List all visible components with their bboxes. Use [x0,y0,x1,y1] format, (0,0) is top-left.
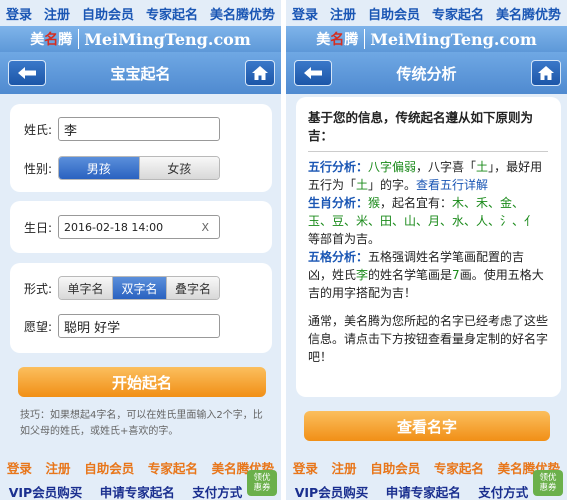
nav-advantages[interactable]: 美名腾优势 [210,4,275,23]
form-single-option[interactable]: 单字名 [59,277,113,299]
top-nav: 登录 注册 自助会员 专家起名 美名腾优势 [286,0,567,26]
birthday-input[interactable]: 2016-02-18 14:00 X [58,215,220,239]
gender-girl-option[interactable]: 女孩 [139,157,219,179]
nav-self-member[interactable]: 自助会员 [82,4,134,23]
footer-login[interactable]: 登录 [7,458,32,477]
back-button[interactable] [294,60,332,86]
arrow-left-icon [18,67,36,79]
footer-payment[interactable]: 支付方式 [192,482,242,500]
nav-self-member[interactable]: 自助会员 [368,4,420,23]
clear-icon[interactable]: X [201,221,209,234]
page-title: 传统分析 [396,64,457,83]
start-naming-button[interactable]: 开始起名 [18,367,266,397]
form-label: 形式: [23,281,52,296]
title-bar: 宝宝起名 [0,52,281,94]
birthday-card: 生日: 2016-02-18 14:00 X [10,201,272,253]
brand-domain: MeiMingTeng.com [84,29,251,49]
footer-register[interactable]: 注册 [46,458,71,477]
home-icon [252,66,268,80]
wish-input[interactable]: 聪明 好学 [58,314,220,338]
gender-boy-option[interactable]: 男孩 [59,157,140,179]
footer-payment[interactable]: 支付方式 [478,482,528,500]
back-button[interactable] [8,60,46,86]
footer-links: 登录 注册 自助会员 专家起名 美名腾优势 [0,458,281,477]
footer-self-member[interactable]: 自助会员 [84,458,134,477]
form-repeat-option[interactable]: 叠字名 [167,277,219,299]
home-icon [538,66,554,80]
baby-naming-screen: 登录 注册 自助会员 专家起名 美名腾优势 美名腾 MeiMingTeng.co… [0,0,281,500]
footer-register[interactable]: 注册 [332,458,357,477]
home-button[interactable] [245,60,275,86]
title-bar: 传统分析 [286,52,567,94]
analysis-card: 基于您的信息，传统起名遵从如下原则为吉： 五行分析：八字偏弱，八字喜「土」，最好… [296,97,561,397]
wuxing-detail-link[interactable]: 查看五行详解 [416,178,488,192]
name-form-selector: 单字名 双字名 叠字名 [58,276,220,300]
nav-register[interactable]: 注册 [44,4,70,23]
brand-domain: MeiMingTeng.com [370,29,537,49]
footer-service-links: VIP会员购买 申请专家起名 支付方式 [286,482,567,500]
gender-selector: 男孩 女孩 [58,156,220,180]
traditional-analysis-screen: 登录 注册 自助会员 专家起名 美名腾优势 美名腾 MeiMingTeng.co… [286,0,567,500]
home-button[interactable] [531,60,561,86]
brand-logo: 美名腾 [316,29,366,49]
wuge-analysis: 五格分析：五格强调姓名学笔画配置的吉凶，姓氏李的姓名学笔画是7画。使用五格大吉的… [308,250,544,300]
naming-tip: 技巧：如果想起4字名，可以在姓氏里面输入2个字，比如父母的姓氏，或姓氏+喜欢的字… [20,410,263,437]
footer-vip-purchase[interactable]: VIP会员购买 [9,482,83,500]
footer-expert-naming[interactable]: 专家起名 [148,458,198,477]
nav-expert-naming[interactable]: 专家起名 [146,4,198,23]
nav-register[interactable]: 注册 [330,4,356,23]
gender-label: 性别: [23,161,52,176]
name-options-card: 形式: 单字名 双字名 叠字名 愿望: 聪明 好学 [10,263,272,353]
top-nav: 登录 注册 自助会员 专家起名 美名腾优势 [0,0,281,26]
brand-logo: 美名腾 [30,29,80,49]
footer-apply-expert[interactable]: 申请专家起名 [100,482,175,500]
footer-service-links: VIP会员购买 申请专家起名 支付方式 [0,482,281,500]
coupon-badge[interactable]: 领优 惠券 [247,470,277,496]
wish-label: 愿望: [23,319,52,334]
nav-login[interactable]: 登录 [6,4,32,23]
birthday-label: 生日: [23,220,52,235]
footer-expert-naming[interactable]: 专家起名 [434,458,484,477]
view-names-button[interactable]: 查看名字 [304,411,550,441]
basic-info-card: 姓氏: 李 性别: 男孩 女孩 [10,104,272,192]
analysis-heading: 基于您的信息，传统起名遵从如下原则为吉： [308,109,548,152]
footer-self-member[interactable]: 自助会员 [370,458,420,477]
brand-banner: 美名腾 MeiMingTeng.com [0,26,281,52]
coupon-badge[interactable]: 领优 惠券 [533,470,563,496]
footer-vip-purchase[interactable]: VIP会员购买 [295,482,369,500]
footer-links: 登录 注册 自助会员 专家起名 美名腾优势 [286,458,567,477]
nav-login[interactable]: 登录 [292,4,318,23]
surname-input[interactable]: 李 [58,117,220,141]
page-title: 宝宝起名 [110,64,171,83]
footer-apply-expert[interactable]: 申请专家起名 [386,482,461,500]
zodiac-analysis: 生肖分析：猴，起名宜有：木、禾、金、玉、豆、米、田、山、月、水、人、氵、亻 等部… [308,196,537,246]
closing-text: 通常，美名腾为您所起的名字已经考虑了这些信息。请点击下方按钮查看量身定制的好名字… [308,314,549,364]
nav-advantages[interactable]: 美名腾优势 [496,4,561,23]
arrow-left-icon [304,67,322,79]
form-double-option[interactable]: 双字名 [113,277,167,299]
brand-banner: 美名腾 MeiMingTeng.com [286,26,567,52]
wuxing-analysis: 五行分析：八字偏弱，八字喜「土」，最好用五行为「土」的字。查看五行详解 [308,160,543,192]
nav-expert-naming[interactable]: 专家起名 [432,4,484,23]
footer-login[interactable]: 登录 [293,458,318,477]
surname-label: 姓氏: [23,122,52,137]
